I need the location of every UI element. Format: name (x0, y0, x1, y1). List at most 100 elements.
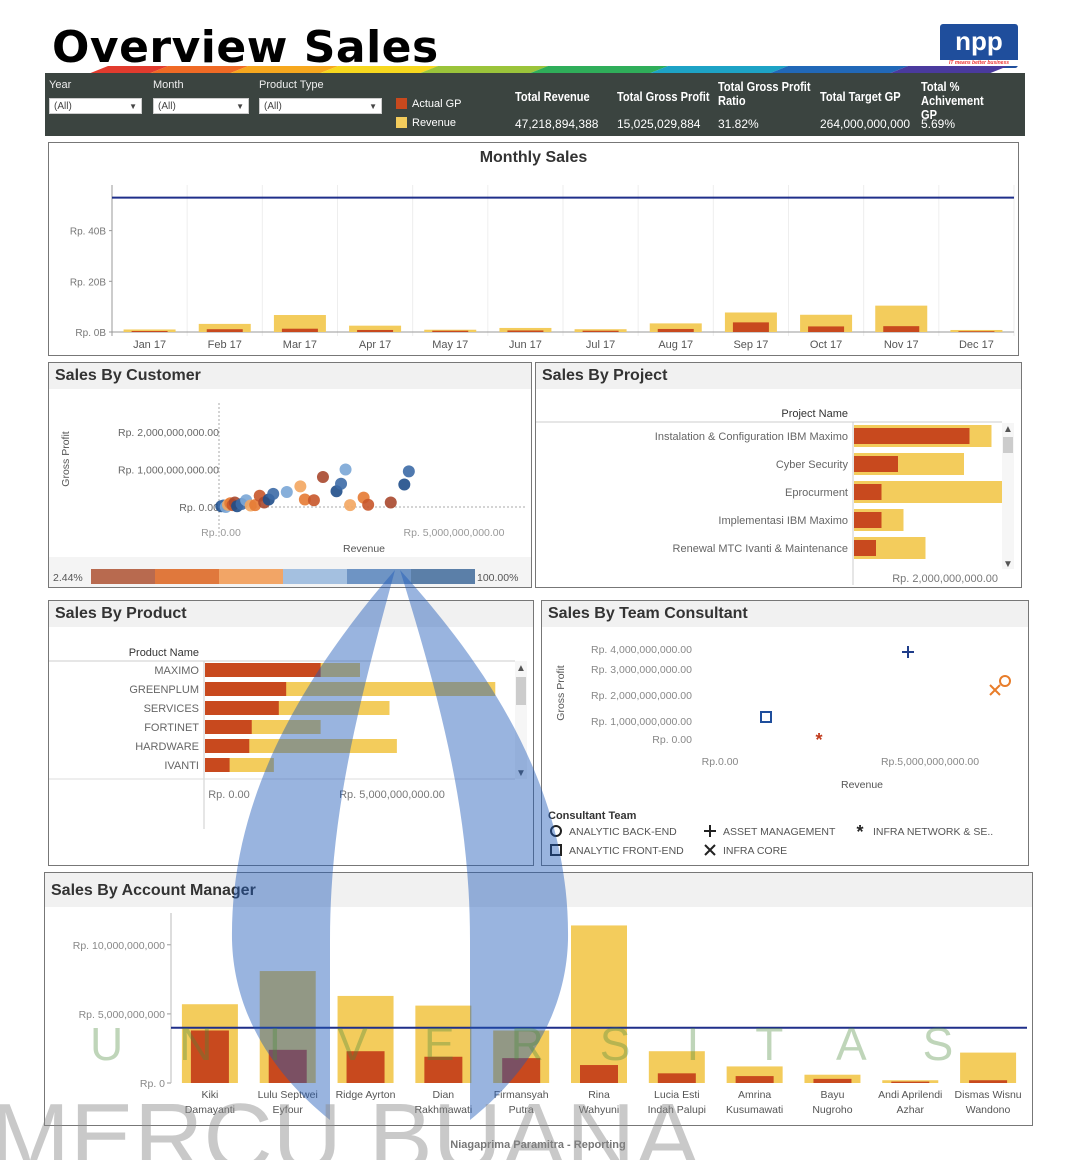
x-tick-label: Rp.5,000,000,000.00 (881, 756, 979, 768)
scroll-up-icon: ▲ (1003, 424, 1013, 435)
kpi-achievement-value: 5.69% (921, 117, 956, 131)
scroll-down-icon: ▼ (1003, 559, 1013, 570)
customer-point (384, 496, 397, 509)
kpi-achievement-label: Total % Achivement GP (921, 79, 984, 122)
y-tick-label: Rp. 0 (140, 1078, 165, 1090)
actual-gp-bar (268, 1049, 307, 1083)
revenue-swatch (396, 117, 407, 128)
x-tick-label: Dismas Wisnu (955, 1089, 1022, 1101)
y-axis-label: Gross Profit (555, 665, 567, 721)
chevron-down-icon: ▼ (236, 102, 244, 111)
month-filter-select[interactable]: (All) ▼ (153, 98, 249, 114)
revenue-bar (960, 1052, 1017, 1083)
legend-marker (550, 825, 562, 837)
chevron-down-icon: ▼ (369, 102, 377, 111)
scroll-up-icon: ▲ (516, 663, 526, 674)
kpi-target-gp-value: 264,000,000,000 (820, 117, 911, 131)
sales-by-team-title: Sales By Team Consultant (542, 601, 1028, 627)
sales-by-project-panel: Sales By Project Project Name Instalation… (535, 362, 1022, 588)
product-type-filter-select[interactable]: (All) ▼ (259, 98, 382, 114)
actual-gp-bar (582, 330, 619, 332)
y-tick-label: Rp. 3,000,000,000.00 (591, 664, 692, 676)
team-point (999, 675, 1011, 687)
customer-point (307, 494, 320, 507)
legend-marker: * (856, 822, 863, 842)
color-legend-step (219, 569, 283, 584)
x-tick-label: Dec 17 (959, 339, 994, 351)
actual-gp-bar (883, 326, 920, 332)
sales-by-customer-panel: Sales By Customer Rp. 2,000,000,000.00 Rp… (48, 362, 532, 588)
product-row-label: MAXIMO (154, 665, 199, 677)
legend-title: Consultant Team (548, 810, 637, 822)
actual-gp-bar (854, 484, 882, 500)
x-tick-label: Lulu Septwei (258, 1089, 318, 1101)
y-tick-label: Rp. 1,000,000,000.00 (118, 465, 219, 477)
x-tick-label: Nov 17 (884, 339, 919, 351)
x-tick-label: Kiki (201, 1089, 218, 1101)
actual-gp-bar (424, 1056, 463, 1083)
actual-gp-bar (131, 330, 168, 332)
x-tick-label: Rp. 0.00 (201, 527, 241, 539)
actual-gp-bar (346, 1051, 385, 1083)
color-legend-step (155, 569, 219, 584)
kpi-total-gross-profit-value: 15,025,029,884 (617, 117, 701, 131)
x-tick-label: Dian (433, 1089, 455, 1101)
x-tick-label: Aug 17 (658, 339, 693, 351)
product-row-label: IVANTI (164, 760, 199, 772)
sales-by-am-title: Sales By Account Manager (45, 873, 1032, 907)
sales-by-team-chart: Rp. 4,000,000,000.00 Rp. 3,000,000,000.00… (548, 644, 1011, 857)
color-legend-step (411, 569, 475, 584)
sales-by-project-title: Sales By Project (536, 363, 1021, 389)
sales-by-product-title: Sales By Product (49, 601, 533, 627)
x-tick-label: Azhar (897, 1104, 925, 1116)
customer-point (362, 498, 375, 511)
kpi-target-gp-label: Total Target GP (820, 89, 901, 104)
color-legend-step (283, 569, 347, 584)
actual-gp-bar (190, 1030, 229, 1083)
actual-gp-bar (206, 329, 243, 332)
actual-gp-bar (854, 428, 970, 444)
x-tick-label: Rp. 2,000,000,000.00 (892, 573, 998, 585)
actual-gp-bar (657, 1073, 696, 1083)
legend-label: INFRA CORE (723, 845, 787, 857)
monthly-sales-chart: Rp. 40B Rp. 20B Rp. 0B Jan 17 Feb 17 Mar 17 Ap… (70, 185, 1015, 351)
y-tick-label: Rp. 0B (75, 328, 106, 339)
x-tick-label: Rp.0.00 (702, 756, 739, 768)
x-tick-label: Andi Aprilendi (878, 1089, 942, 1101)
revenue-legend-label: Revenue (412, 117, 457, 129)
sales-by-customer-chart: Rp. 2,000,000,000.00 Rp. 1,000,000,000.00… (49, 403, 531, 587)
actual-gp-bar (205, 739, 250, 753)
x-tick-label: Rp. 5,000,000,000.00 (339, 789, 445, 801)
x-tick-label: Apr 17 (359, 339, 391, 351)
filter-bar: Year (All) ▼ Month (All) ▼ Product Type … (45, 73, 1025, 136)
year-filter-select[interactable]: (All) ▼ (49, 98, 142, 114)
actual-gp-bar (657, 328, 694, 332)
y-tick-label: Rp. 2,000,000,000.00 (591, 690, 692, 702)
x-axis-label: Revenue (343, 543, 385, 555)
customer-point (398, 478, 411, 491)
sales-by-project-chart: Project Name Instalation & Configuration … (536, 399, 1014, 587)
scrollbar-thumb (516, 677, 526, 705)
y-tick-label: Rp. 0.00 (179, 502, 219, 514)
customer-point (339, 463, 352, 476)
product-name-header: Product Name (129, 647, 199, 659)
month-filter-label: Month (153, 79, 184, 91)
actual-gp-bar (854, 456, 898, 472)
customer-point (344, 499, 357, 512)
legend-label: ANALYTIC BACK-END (569, 826, 677, 838)
actual-gp-bar (891, 1081, 930, 1083)
product-row-label: GREENPLUM (129, 684, 199, 696)
legend-label: INFRA NETWORK & SE.. (873, 826, 993, 838)
scrollbar-thumb (1003, 437, 1013, 453)
actual-gp-bar (432, 330, 469, 332)
team-point: * (815, 730, 822, 750)
logo-text: npp (955, 26, 1003, 56)
x-tick-label: Rina (588, 1089, 610, 1101)
actual-gp-bar (854, 540, 876, 556)
color-legend-min: 2.44% (53, 572, 83, 584)
x-tick-label: Feb 17 (208, 339, 242, 351)
customer-point (294, 480, 307, 493)
actual-gp-bar (808, 326, 845, 332)
x-tick-label: Rakhmawati (414, 1104, 472, 1116)
revenue-bar (571, 925, 627, 1083)
